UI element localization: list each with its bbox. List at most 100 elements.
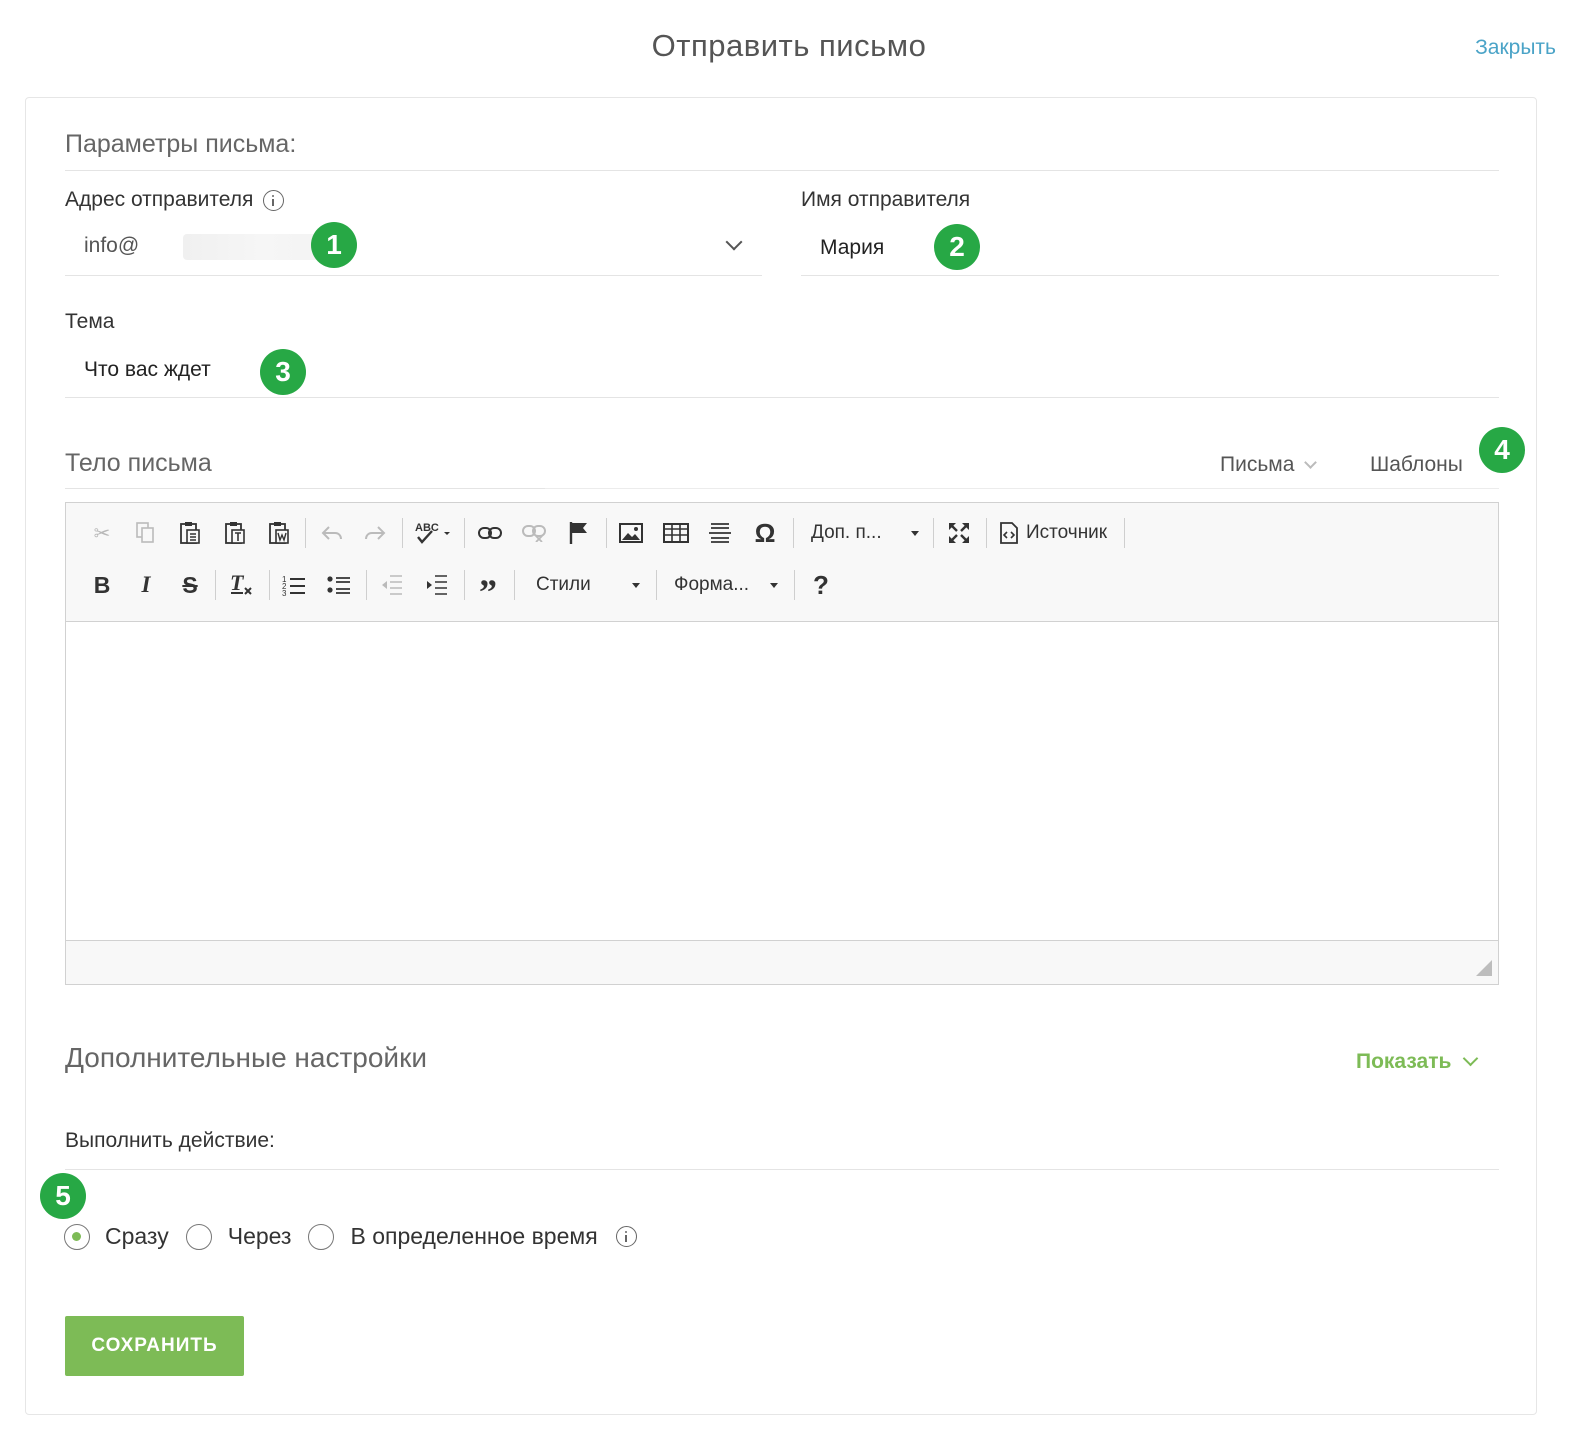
show-advanced-toggle[interactable]: Показать: [1356, 1050, 1479, 1074]
divider: [65, 1169, 1499, 1170]
page-title: Отправить письмо: [651, 28, 927, 63]
bold-icon[interactable]: B: [85, 568, 119, 602]
body-section-title: Тело письма: [65, 449, 212, 477]
horizontal-rule-icon[interactable]: [703, 516, 737, 550]
svg-text:ABC: ABC: [415, 522, 439, 534]
toolbar-separator: [402, 518, 403, 548]
toolbar-separator: [215, 570, 216, 600]
sender-address-label-row: Адрес отправителя: [65, 188, 285, 212]
caret-down-icon: [770, 583, 778, 588]
show-label: Показать: [1356, 1050, 1452, 1073]
outdent-icon[interactable]: [375, 568, 409, 602]
toolbar-separator: [366, 570, 367, 600]
info-icon[interactable]: [263, 189, 285, 211]
editor-content-area[interactable]: [66, 623, 1498, 941]
radio-at-specific-time[interactable]: [308, 1223, 335, 1250]
toolbar-separator: [656, 570, 657, 600]
special-char-omega-icon[interactable]: Ω: [748, 516, 782, 550]
toolbar-separator: [514, 570, 515, 600]
toolbar-separator: [464, 570, 465, 600]
remove-format-icon[interactable]: T: [224, 568, 258, 602]
source-button[interactable]: Источник: [1000, 516, 1107, 550]
action-label: Выполнить действие:: [65, 1129, 275, 1152]
image-icon[interactable]: [614, 516, 648, 550]
strikethrough-icon[interactable]: S: [173, 568, 207, 602]
radio-immediately[interactable]: [64, 1223, 90, 1250]
source-icon: [1000, 522, 1018, 544]
subject-value: Что вас ждет: [84, 358, 211, 381]
cut-icon[interactable]: ✂: [85, 516, 119, 550]
toolbar-separator: [305, 518, 306, 548]
callout-badge-1: 1: [311, 222, 357, 268]
info-icon[interactable]: [615, 1226, 637, 1247]
templates-link[interactable]: Шаблоны: [1370, 453, 1463, 477]
toolbar-separator: [269, 570, 270, 600]
advanced-settings-title: Дополнительные настройки: [65, 1042, 427, 1073]
subject-label: Тема: [65, 310, 115, 333]
italic-icon[interactable]: I: [129, 568, 163, 602]
radio-after-delay[interactable]: [185, 1223, 212, 1250]
callout-badge-2: 2: [934, 224, 980, 270]
paste-word-icon[interactable]: [262, 516, 296, 550]
paste-text-icon[interactable]: [218, 516, 252, 550]
sender-address-value: info@: [84, 234, 140, 257]
toolbar-separator: [933, 518, 934, 548]
caret-down-icon: [911, 531, 919, 536]
letters-label: Письма: [1220, 453, 1295, 476]
styles-dropdown[interactable]: Стили: [536, 568, 640, 602]
radio-label-after-delay: Через: [227, 1223, 292, 1249]
callout-badge-3: 3: [260, 349, 306, 395]
divider: [545, 488, 1499, 489]
toolbar-separator: [606, 518, 607, 548]
toolbar-separator: [464, 518, 465, 548]
divider: [65, 488, 545, 489]
sender-name-label: Имя отправителя: [801, 188, 971, 211]
letters-dropdown[interactable]: Письма: [1220, 453, 1318, 477]
toolbar-separator: [793, 518, 794, 548]
table-icon[interactable]: [659, 516, 693, 550]
toolbar-separator: [986, 518, 987, 548]
format-label: Форма...: [674, 574, 750, 595]
bulleted-list-icon[interactable]: [322, 568, 356, 602]
copy-icon[interactable]: [128, 516, 162, 550]
spellcheck-icon[interactable]: ABC: [412, 516, 456, 550]
editor-toolbar: ✂ ABC Ω Доп. п... Источник B I S T 1 2 3…: [66, 503, 1498, 622]
toolbar-separator: [1124, 518, 1125, 548]
anchor-flag-icon[interactable]: [562, 516, 596, 550]
rich-text-editor: ✂ ABC Ω Доп. п... Источник B I S T 1 2 3…: [65, 502, 1499, 985]
chevron-down-icon: [1463, 1050, 1479, 1067]
help-icon[interactable]: ?: [804, 568, 838, 602]
source-label: Источник: [1026, 522, 1108, 543]
numbered-list-icon[interactable]: 123: [277, 568, 311, 602]
radio-label-at-specific-time: В определенное время: [350, 1223, 598, 1249]
link-icon[interactable]: [473, 516, 507, 550]
callout-badge-5: 5: [40, 1173, 86, 1219]
close-link[interactable]: Закрыть: [1475, 36, 1556, 60]
paste-icon[interactable]: [173, 516, 207, 550]
redo-icon[interactable]: [358, 516, 392, 550]
editor-statusbar: [66, 940, 1498, 984]
params-section-title: Параметры письма:: [65, 130, 297, 158]
indent-icon[interactable]: [420, 568, 454, 602]
chevron-down-icon: [725, 233, 743, 251]
styles-label: Стили: [536, 574, 591, 595]
divider: [65, 170, 1499, 171]
unlink-icon[interactable]: [517, 516, 551, 550]
extra-plugins-dropdown[interactable]: Доп. п...: [811, 516, 919, 550]
undo-icon[interactable]: [315, 516, 349, 550]
resize-handle-icon[interactable]: [1476, 960, 1492, 976]
save-button[interactable]: Сохранить: [65, 1316, 244, 1376]
toolbar-separator: [794, 570, 795, 600]
sender-address-select[interactable]: info@: [65, 222, 762, 276]
extra-plugins-label: Доп. п...: [811, 522, 882, 543]
sender-name-value: Мария: [820, 236, 885, 259]
format-dropdown[interactable]: Форма...: [674, 568, 778, 602]
callout-badge-4: 4: [1479, 427, 1525, 473]
sender-name-input[interactable]: Мария: [801, 222, 1499, 276]
maximize-icon[interactable]: [942, 516, 976, 550]
blockquote-icon[interactable]: ”: [471, 568, 505, 610]
svg-text:T: T: [230, 573, 245, 595]
caret-down-icon: [632, 583, 640, 588]
chevron-down-icon: [1304, 455, 1318, 469]
radio-label-immediately: Сразу: [105, 1223, 169, 1249]
